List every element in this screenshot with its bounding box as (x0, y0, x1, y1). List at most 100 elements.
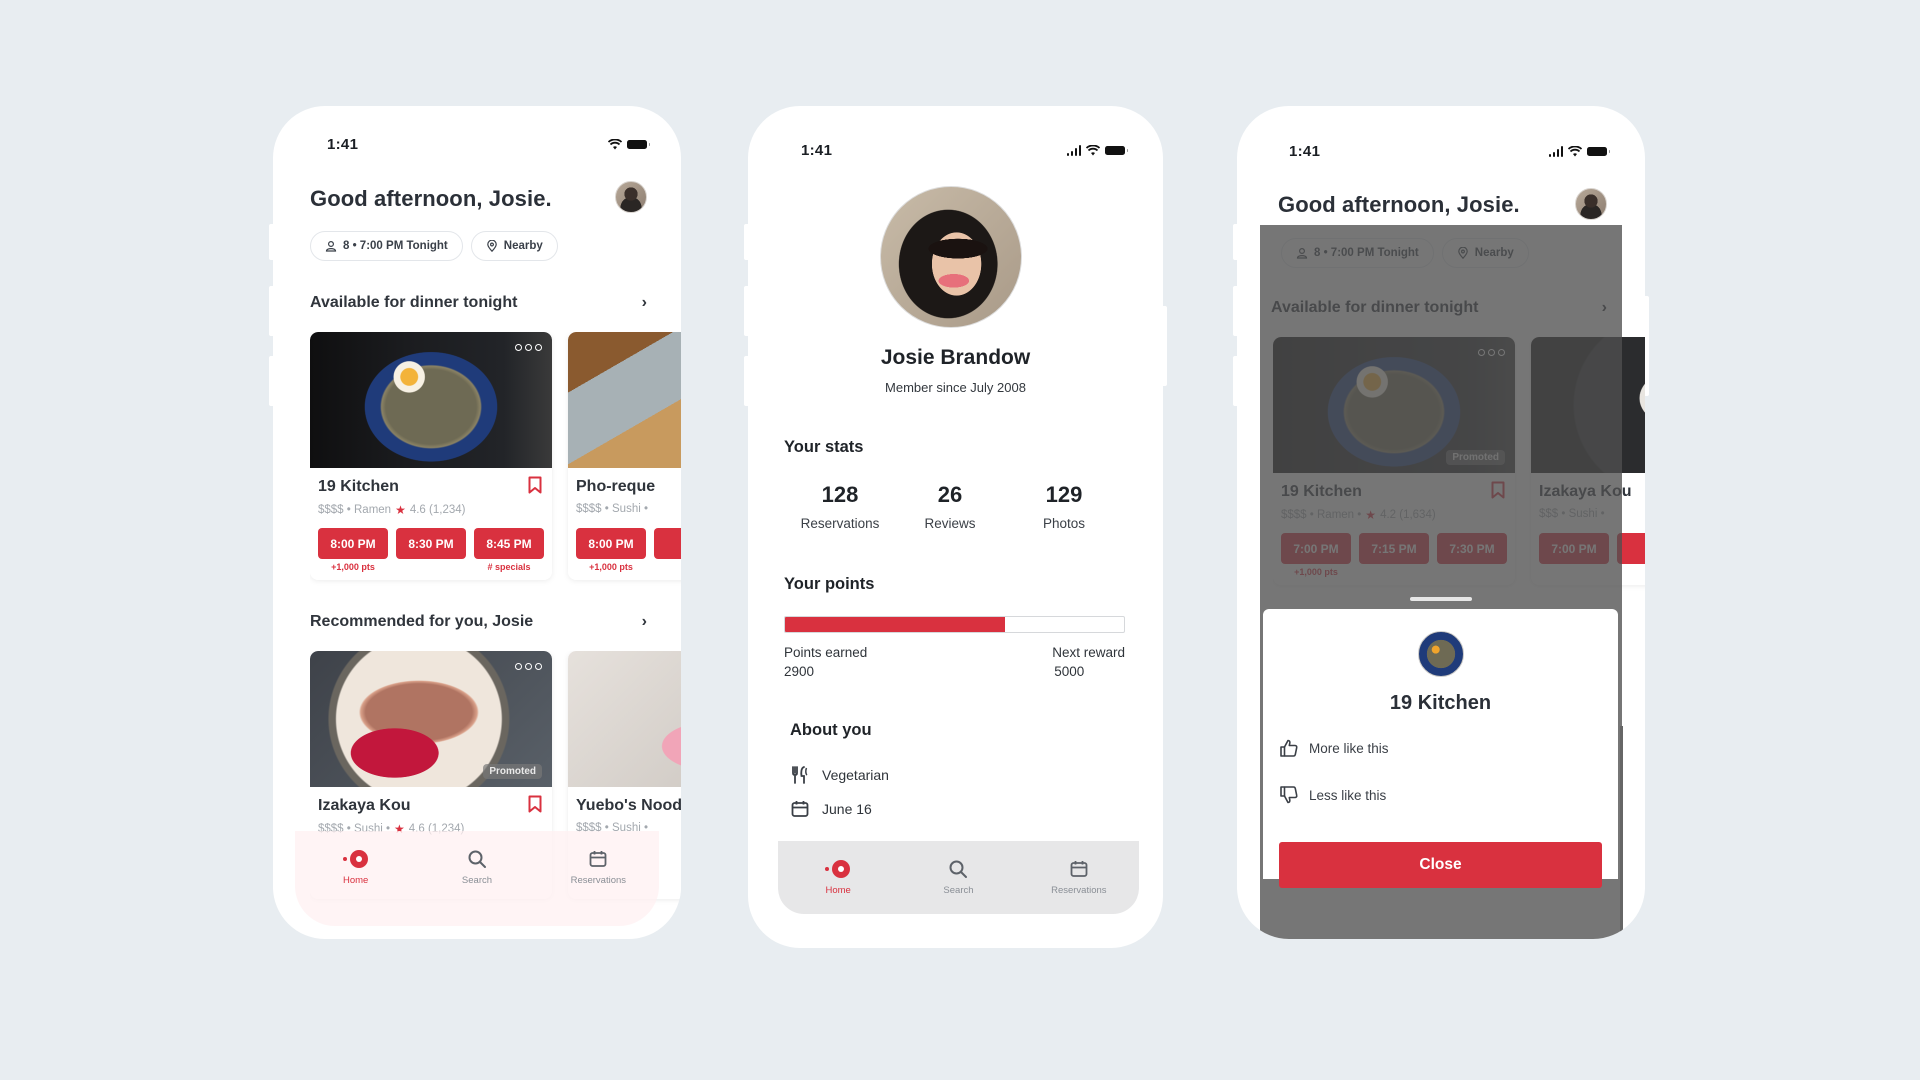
tab-home[interactable]: Home (301, 849, 411, 886)
home-icon (825, 859, 851, 879)
more-like-this-option[interactable]: More like this (1279, 738, 1389, 758)
greeting-title: Good afternoon, Josie. (1278, 192, 1520, 217)
bottom-tab-bar: Home Search Reservations (778, 841, 1139, 914)
next-reward-value: 5000 (1054, 664, 1085, 679)
profile-avatar-button[interactable] (1575, 188, 1607, 220)
more-options-icon[interactable] (515, 344, 542, 351)
time-slots: 8:00 PM +1,000 pts (576, 528, 681, 572)
tab-reservations[interactable]: Reservations (543, 849, 653, 886)
less-like-this-option[interactable]: Less like this (1279, 785, 1386, 805)
phone-home-sheet-screen: 1:41 Good afternoon, Josie. 8 • 7:00 PM … (1233, 106, 1649, 939)
bottom-tab-bar: Home Search Reservations (295, 831, 659, 926)
close-button[interactable]: Close (1279, 842, 1602, 888)
location-chip[interactable]: Nearby (470, 231, 558, 261)
about-diet: Vegetarian (790, 765, 889, 785)
time-slot-button[interactable] (654, 528, 681, 559)
bookmark-icon[interactable] (528, 795, 542, 813)
bookmark-icon[interactable] (528, 476, 542, 494)
restaurant-name: Yuebo's Noodles (576, 797, 681, 814)
search-icon (468, 850, 486, 868)
time-sub-label: +1,000 pts (589, 562, 633, 572)
promoted-badge: Promoted (483, 764, 542, 779)
available-carousel[interactable]: 19 Kitchen $$$$ • Ramen ★ 4.6 (1,234) 8:… (310, 332, 681, 590)
price-cuisine: $$$$ • Sushi • (576, 503, 648, 515)
time-slot-button[interactable]: 8:45 PM # specials (474, 528, 544, 572)
tab-label: Reservations (570, 875, 627, 886)
time-label: 8:45 PM (486, 536, 532, 551)
section-header-recommended[interactable]: Recommended for you, Josie › (310, 613, 647, 631)
stats-title: Your stats (784, 438, 864, 456)
profile-photo[interactable] (880, 186, 1022, 328)
battery-icon (1105, 146, 1128, 155)
restaurant-photo (568, 651, 681, 787)
member-since: Member since July 2008 (885, 380, 1026, 395)
stat-reservations[interactable]: 128 Reservations (784, 482, 896, 531)
points-title: Your points (784, 575, 875, 593)
tab-label: Home (342, 875, 369, 886)
search-icon (949, 860, 968, 878)
filter-chips: 8 • 7:00 PM Tonight Nearby (310, 231, 558, 261)
stat-reviews[interactable]: 26 Reviews (894, 482, 1006, 531)
time-slot-button[interactable]: 8:00 PM +1,000 pts (576, 528, 646, 572)
status-time: 1:41 (801, 142, 833, 159)
sheet-restaurant-name: 19 Kitchen (1389, 692, 1492, 714)
battery-icon (1587, 147, 1610, 156)
points-progress-bar (784, 616, 1125, 633)
party-time-chip-label: 8 • 7:00 PM Tonight (343, 240, 448, 252)
points-earned-label: Points earned (784, 645, 868, 660)
rating: 4.6 (1,234) (409, 504, 466, 516)
tab-search[interactable]: Search (422, 849, 532, 886)
next-reward-label: Next reward (1052, 645, 1125, 660)
bottom-sheet: 19 Kitchen More like this Less like this… (1263, 609, 1618, 888)
tab-search[interactable]: Search (903, 859, 1013, 896)
phone-profile-screen: 1:41 Josie Brandow Member since July 200… (744, 106, 1167, 948)
stat-label: Photos (1042, 516, 1086, 531)
restaurant-name: 19 Kitchen (318, 478, 399, 495)
restaurant-photo (568, 332, 681, 468)
scroll-edge (1620, 726, 1623, 939)
restaurant-meta: $$$$ • Ramen ★ 4.6 (1,234) (318, 503, 465, 517)
tab-label: Search (461, 875, 493, 886)
calendar-icon (791, 801, 809, 817)
restaurant-name: Pho-reque (576, 478, 656, 495)
restaurant-card[interactable]: Pho-reque $$$$ • Sushi • 8:00 PM +1,000 p… (568, 332, 681, 580)
section-title: Recommended for you, Josie (310, 613, 534, 630)
section-header-available[interactable]: Available for dinner tonight › (310, 294, 647, 312)
restaurant-card[interactable]: 19 Kitchen $$$$ • Ramen ★ 4.6 (1,234) 8:… (310, 332, 552, 580)
wifi-icon (1568, 146, 1582, 157)
phone-home-screen: 1:41 Good afternoon, Josie. 8 • 7:00 PM … (269, 106, 681, 939)
wifi-icon (608, 139, 622, 150)
time-sub-label: +1,000 pts (331, 562, 375, 572)
status-bar: 1:41 (273, 136, 681, 156)
location-chip-label: Nearby (503, 240, 543, 252)
stat-value: 26 (937, 482, 963, 507)
chevron-right-icon[interactable]: › (642, 613, 647, 631)
calendar-icon (1070, 861, 1088, 877)
sheet-drag-handle[interactable] (1410, 597, 1472, 601)
greeting-title: Good afternoon, Josie. (310, 186, 552, 211)
signal-icon (1066, 145, 1081, 156)
chevron-right-icon[interactable]: › (642, 294, 647, 312)
status-time: 1:41 (1289, 143, 1321, 160)
stat-photos[interactable]: 129 Photos (1008, 482, 1120, 531)
about-diet-label: Vegetarian (822, 767, 889, 783)
tab-home[interactable]: Home (783, 859, 893, 896)
home-icon (342, 849, 369, 869)
party-time-chip[interactable]: 8 • 7:00 PM Tonight (310, 231, 463, 261)
time-label: 8:00 PM (588, 536, 634, 551)
restaurant-thumbnail (1418, 631, 1464, 677)
battery-icon (627, 140, 650, 149)
calendar-icon (589, 851, 607, 867)
profile-avatar-button[interactable] (615, 181, 647, 213)
time-slot-button[interactable]: 8:30 PM (396, 528, 466, 559)
tab-label: Reservations (1051, 885, 1107, 896)
about-birthday-label: June 16 (822, 801, 872, 817)
restaurant-name: Izakaya Kou (318, 797, 411, 814)
more-options-icon[interactable] (515, 663, 542, 670)
tab-reservations[interactable]: Reservations (1024, 859, 1134, 896)
about-title: About you (790, 721, 872, 739)
points-earned-value: 2900 (784, 664, 815, 679)
utensils-icon (792, 766, 808, 784)
time-slot-button[interactable]: 8:00 PM +1,000 pts (318, 528, 388, 572)
less-like-this-label: Less like this (1309, 787, 1387, 803)
